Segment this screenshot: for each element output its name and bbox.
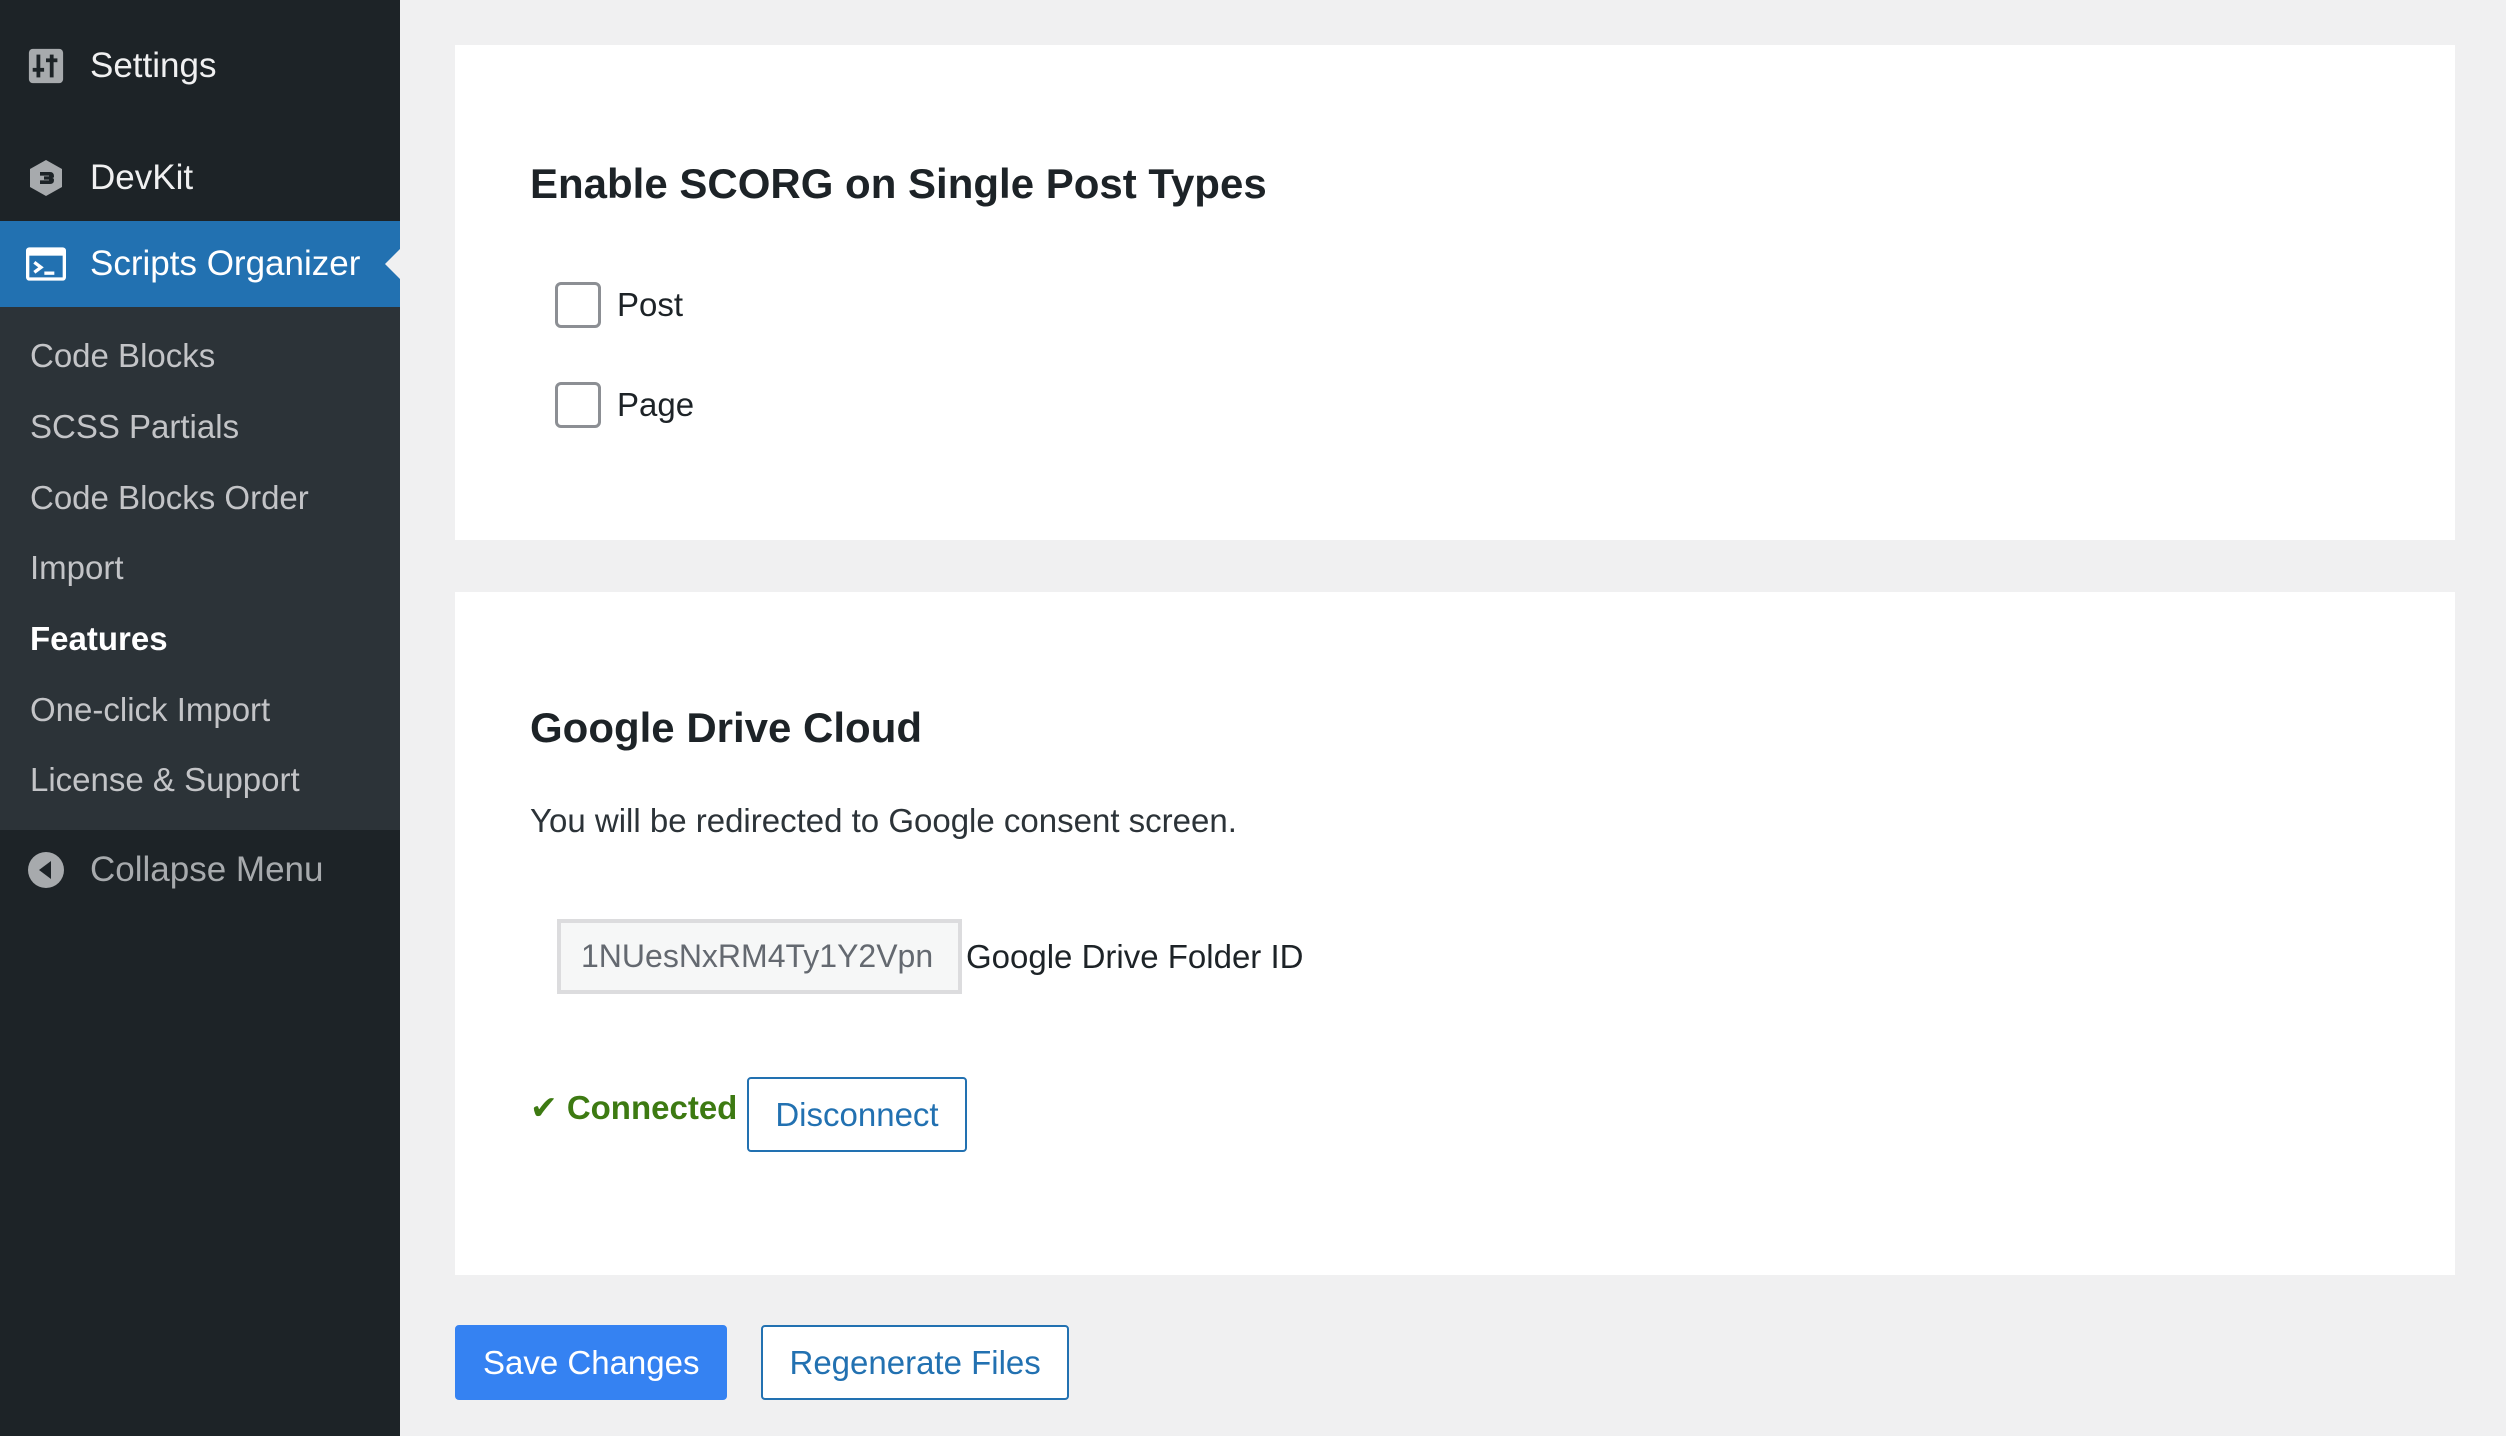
collapse-menu-button[interactable]: Collapse Menu bbox=[0, 840, 400, 900]
menu-item-scripts-organizer[interactable]: Scripts Organizer bbox=[0, 221, 400, 307]
google-drive-title: Google Drive Cloud bbox=[530, 704, 923, 751]
collapse-menu-label: Collapse Menu bbox=[90, 850, 324, 889]
menu-label-scripts-organizer: Scripts Organizer bbox=[90, 244, 361, 283]
menu-label-settings: Settings bbox=[90, 46, 217, 85]
admin-sidebar: Settings DevKit Scripts Organizer Code B… bbox=[0, 0, 400, 1436]
page-option[interactable]: Page bbox=[555, 382, 694, 428]
post-option[interactable]: Post bbox=[555, 282, 683, 328]
form-actions: Save Changes Regenerate Files bbox=[455, 1325, 1069, 1400]
page-checkbox-label[interactable]: Page bbox=[617, 386, 694, 424]
save-changes-button[interactable]: Save Changes bbox=[455, 1325, 728, 1400]
connection-status-row: ✔ Connected Disconnect bbox=[530, 1077, 967, 1152]
regenerate-files-button[interactable]: Regenerate Files bbox=[761, 1325, 1069, 1400]
menu-item-devkit[interactable]: DevKit bbox=[0, 148, 400, 208]
collapse-icon bbox=[26, 850, 66, 890]
google-drive-description: You will be redirected to Google consent… bbox=[530, 802, 1237, 839]
current-menu-arrow bbox=[385, 249, 400, 279]
terminal-icon bbox=[26, 244, 66, 284]
submenu-item-code-blocks[interactable]: Code Blocks bbox=[30, 337, 215, 375]
page-checkbox[interactable] bbox=[555, 382, 601, 428]
post-checkbox[interactable] bbox=[555, 282, 601, 328]
submenu-item-one-click-import[interactable]: One-click Import bbox=[30, 691, 270, 729]
submenu-item-code-blocks-order[interactable]: Code Blocks Order bbox=[30, 479, 309, 517]
folder-id-row: Google Drive Folder ID bbox=[557, 919, 1303, 994]
devkit-icon bbox=[26, 158, 66, 198]
post-checkbox-label[interactable]: Post bbox=[617, 286, 683, 324]
settings-icon bbox=[26, 46, 66, 86]
single-post-types-panel: Enable SCORG on Single Post Types Post P… bbox=[455, 45, 2455, 540]
single-post-types-title: Enable SCORG on Single Post Types bbox=[530, 160, 1267, 207]
menu-label-devkit: DevKit bbox=[90, 158, 194, 197]
menu-item-settings[interactable]: Settings bbox=[0, 36, 400, 96]
submenu-item-features[interactable]: Features bbox=[30, 620, 168, 658]
connected-status: ✔ Connected bbox=[530, 1089, 738, 1126]
folder-id-input[interactable] bbox=[557, 919, 962, 994]
folder-id-label: Google Drive Folder ID bbox=[966, 937, 1304, 975]
disconnect-button[interactable]: Disconnect bbox=[747, 1077, 967, 1152]
submenu-item-scss-partials[interactable]: SCSS Partials bbox=[30, 408, 239, 446]
submenu-item-license-support[interactable]: License & Support bbox=[30, 761, 300, 799]
scripts-organizer-submenu: Code Blocks SCSS Partials Code Blocks Or… bbox=[0, 307, 400, 830]
google-drive-panel: Google Drive Cloud You will be redirecte… bbox=[455, 592, 2455, 1275]
submenu-item-import[interactable]: Import bbox=[30, 549, 124, 587]
